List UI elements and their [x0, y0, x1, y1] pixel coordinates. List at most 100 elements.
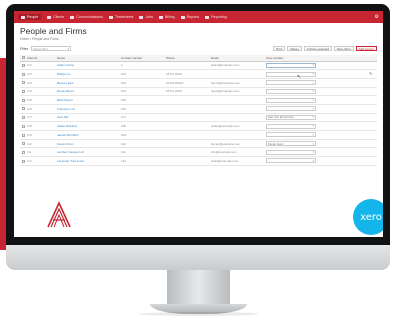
table-row[interactable]: 105 Eliza Reyes 105 ▾ — [20, 95, 377, 105]
table-row[interactable]: 111 Lambert Games Ltd 111 info@example.com ▾ — [20, 147, 377, 158]
chevron-down-icon: ▾ — [312, 72, 314, 77]
mouse-cursor-icon: ↖ — [297, 74, 302, 80]
checkbox[interactable] — [22, 124, 25, 128]
client-name-link[interactable]: Derek Moore — [55, 87, 119, 97]
nav-label: Reports — [186, 15, 200, 19]
table-row[interactable]: 109 Jacobs Brothers 109 ▾ — [20, 130, 377, 140]
nav-item-jobs[interactable]: Jobs — [139, 15, 153, 19]
archive-selected-button[interactable]: Archive selected — [303, 46, 332, 51]
email-address: becca@example.com — [209, 78, 264, 88]
xero-contact-select[interactable]: Kieran Dunn ▾ — [266, 141, 316, 147]
email-address: derek@example.com — [209, 87, 264, 97]
xero-contact-select[interactable]: ▾ — [266, 123, 316, 129]
page-title: People and Firms — [20, 26, 87, 36]
client-number: 108 — [25, 121, 55, 131]
new-client-button[interactable]: New client — [333, 46, 354, 51]
table-row[interactable]: 112 Lavender Tree Fund 112 hello@example.co… — [20, 156, 377, 166]
accountancy-manager-logo — [47, 201, 71, 228]
client-name-link[interactable]: Hari Jain — [55, 113, 119, 123]
checkbox[interactable] — [22, 142, 25, 146]
table-row[interactable]: 108 Isabel Hawkins 108 isabel@example.com ▾ — [20, 121, 377, 131]
xero-contact-select[interactable]: ▾ — [266, 88, 316, 94]
xero-contact-value: Kieran Dunn — [268, 141, 284, 146]
checkbox[interactable] — [22, 81, 25, 85]
xero-contact-cell: ▾ — [264, 95, 377, 105]
billing-icon — [159, 15, 164, 19]
nav-item-clients[interactable]: Clients — [47, 15, 64, 19]
nav-label: Timesheets — [114, 15, 134, 19]
xero-contact-select[interactable]: ▾ — [266, 132, 316, 138]
nav-label: Jobs — [145, 15, 154, 19]
xero-contact-select[interactable]: ▾ — [266, 106, 316, 112]
add-person-button[interactable]: Add person — [355, 46, 377, 51]
client-number: 101 — [25, 61, 55, 71]
checkbox[interactable] — [22, 90, 25, 94]
client-name-link[interactable]: Adam Young — [55, 61, 119, 71]
people-table: Client # Name Contact number Phone Email… — [20, 55, 377, 166]
print-button[interactable]: Print — [273, 46, 286, 51]
nav-item-billing[interactable]: Billing — [159, 15, 175, 19]
checkbox[interactable] — [22, 133, 25, 137]
filter-select[interactable]: Select filter ▾ — [31, 46, 71, 51]
nav-item-reporting[interactable]: Reporting — [205, 15, 227, 19]
email-address: adam@example.com — [209, 61, 264, 71]
checkbox[interactable] — [22, 72, 25, 76]
chevron-down-icon: ▾ — [312, 80, 314, 85]
action-buttons: Print Merge Archive selected New client … — [273, 46, 377, 51]
contact-number: 111 — [119, 147, 164, 158]
table-row[interactable]: 104 Derek Moore 104 07711 0129 derek@example… — [20, 87, 377, 97]
table-row[interactable]: 101 Adam Young 1 adam@example.com ▾ — [20, 61, 377, 71]
client-name-link[interactable]: Kieran Dunn — [55, 139, 119, 149]
client-name-link[interactable]: Jacobs Brothers — [55, 130, 119, 140]
jobs-icon — [139, 15, 144, 19]
xero-contact-select[interactable]: ▾ — [266, 62, 316, 68]
nav-item-communications[interactable]: Communications — [70, 15, 103, 19]
client-name-link[interactable]: Becca Lloyd — [55, 78, 119, 88]
xero-contact-select[interactable]: ▾ — [266, 149, 316, 155]
edit-icon[interactable]: ✎ — [369, 71, 372, 76]
chevron-down-icon: ▾ — [312, 98, 314, 103]
checkbox[interactable] — [22, 159, 25, 163]
checkbox[interactable] — [22, 64, 25, 68]
email-address: info@example.com — [209, 147, 264, 158]
client-name-link[interactable]: Lambert Games Ltd — [55, 147, 119, 158]
contact-number: 105 — [119, 95, 164, 105]
client-name-link[interactable]: Eliza Reyes — [55, 95, 119, 105]
screen: People Clients Communications Timesheets… — [14, 11, 383, 237]
contact-number: 107 — [119, 113, 164, 123]
xero-contact-select[interactable]: ▾ — [266, 158, 316, 164]
client-name-link[interactable]: Lavender Tree Fund — [55, 156, 119, 166]
checkbox[interactable] — [22, 150, 25, 154]
client-number: 110 — [25, 139, 55, 149]
nav-item-people[interactable]: People — [18, 14, 42, 20]
chevron-down-icon: ▾ — [312, 132, 314, 137]
gear-icon[interactable]: ⚙ — [375, 14, 379, 20]
nav-label: Reporting — [211, 15, 227, 19]
xero-contact-select[interactable]: ▾ — [266, 71, 316, 77]
client-number: 103 — [25, 78, 55, 88]
table-row[interactable]: 103 Becca Lloyd 103 01763 81921 becca@exampl… — [20, 78, 377, 88]
checkbox[interactable] — [22, 98, 25, 102]
client-name-link[interactable]: Bridge Inc — [55, 69, 119, 79]
email-address: hello@example.com — [209, 156, 264, 166]
checkbox[interactable] — [22, 56, 25, 60]
chevron-down-icon: ▾ — [67, 46, 69, 51]
merge-button[interactable]: Merge — [287, 46, 302, 51]
nav-item-timesheets[interactable]: Timesheets — [108, 15, 134, 19]
xero-contact-select[interactable]: Hari Jain Enterprises ▾ — [266, 114, 316, 120]
phone-number: 07711 0129 — [164, 87, 209, 97]
nav-item-reports[interactable]: Reports — [180, 15, 200, 19]
xero-contact-select[interactable]: ▾ — [266, 80, 316, 86]
table-row[interactable]: 106 Frampton Ltd 106 ▾ — [20, 104, 377, 114]
client-number: 104 — [25, 87, 55, 97]
table-row[interactable]: 107 Hari Jain 107 Hari Jain Enterprises ▾ — [20, 113, 377, 123]
checkbox[interactable] — [22, 107, 25, 111]
client-name-link[interactable]: Frampton Ltd — [55, 104, 119, 114]
contact-number: 106 — [119, 104, 164, 114]
checkbox[interactable] — [22, 116, 25, 120]
xero-contact-select[interactable]: ▾ — [266, 97, 316, 103]
client-name-link[interactable]: Isabel Hawkins — [55, 121, 119, 131]
table-row[interactable]: 102 Bridge Inc 102 07711 0129 ▾ — [20, 69, 377, 79]
filter-bar: Filter Select filter ▾ Print Merge Archi… — [14, 44, 383, 53]
table-row[interactable]: 110 Kieran Dunn 110 kieran@example.com Kiera… — [20, 139, 377, 149]
